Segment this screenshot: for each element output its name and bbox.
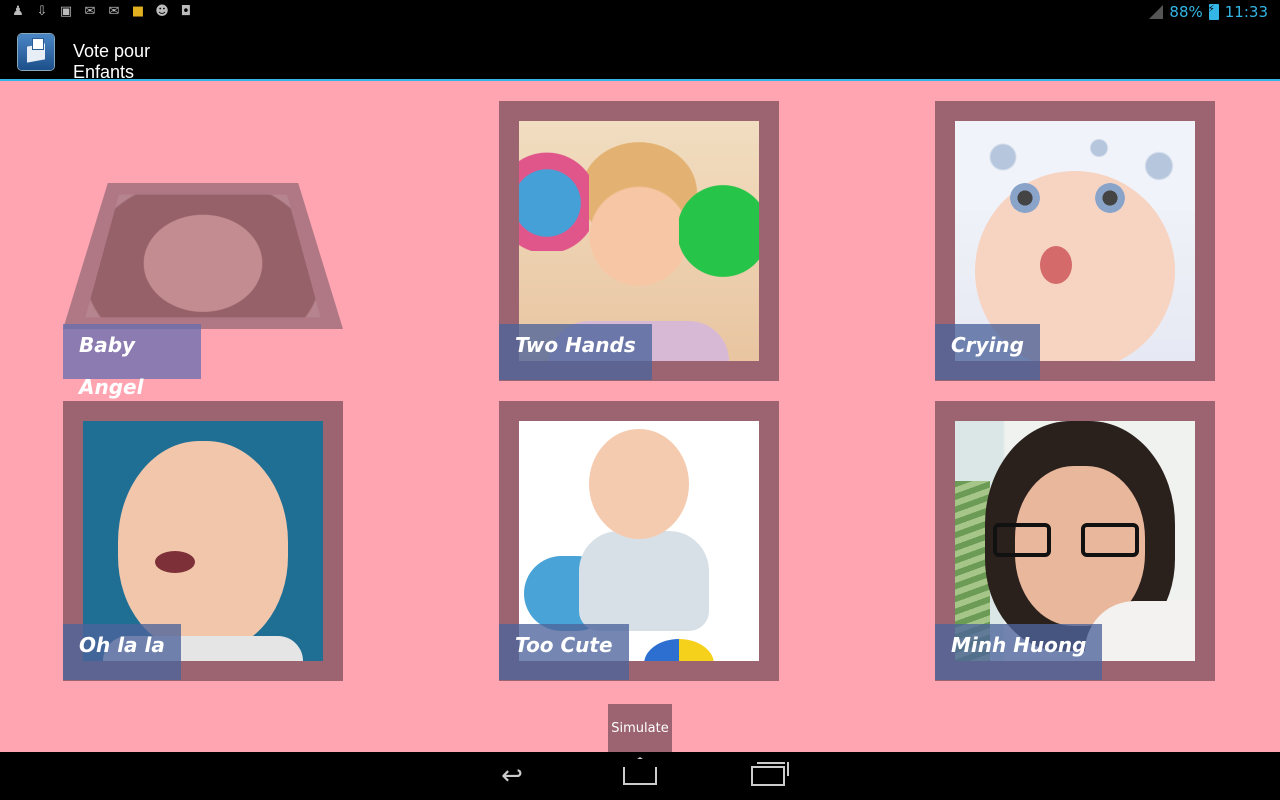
vote-grid: Baby Angel Two Hands Crying Oh la la Too… — [0, 81, 1280, 752]
candidate-label: Two Hands — [499, 324, 652, 380]
navigation-bar: ↩ — [0, 752, 1280, 800]
signal-icon — [1149, 5, 1164, 19]
simulate-button[interactable]: Simulate — [608, 704, 672, 752]
battery-icon — [1208, 4, 1219, 20]
status-right: 88% 11:33 — [1149, 3, 1268, 21]
back-icon[interactable]: ↩ — [467, 752, 557, 800]
download-icon: ⇩ — [36, 4, 48, 19]
action-bar: Vote pour Enfants — [0, 25, 1280, 82]
candidate-card-oh-la-la[interactable]: Oh la la — [63, 401, 343, 681]
battery-percent: 88% — [1169, 3, 1203, 21]
gmail-icon: ✉ — [84, 4, 96, 19]
gallery-icon: ▣ — [59, 4, 73, 19]
candidate-card-too-cute[interactable]: Too Cute — [499, 401, 779, 681]
candidate-card-minh-huong[interactable]: Minh Huong — [935, 401, 1215, 681]
android-icon: ☻ — [155, 4, 169, 19]
email-icon: ✉ — [108, 4, 120, 19]
candidate-label: Crying — [935, 324, 1040, 380]
app-notification-icon: ■ — [131, 4, 145, 19]
ballot-box-icon — [18, 34, 54, 70]
home-icon[interactable] — [595, 752, 685, 800]
app-title: Vote pour Enfants — [73, 41, 151, 82]
status-bar: ♟ ⇩ ▣ ✉ ✉ ■ ☻ ◘ 88% 11:33 — [0, 0, 1280, 25]
clock: 11:33 — [1224, 3, 1268, 21]
app-home-button[interactable]: Vote pour Enfants — [8, 25, 212, 82]
notification-icons: ♟ ⇩ ▣ ✉ ✉ ■ ☻ ◘ — [10, 4, 194, 20]
candidate-card-two-hands[interactable]: Two Hands — [499, 101, 779, 381]
usb-debug-icon: ♟ — [12, 4, 24, 19]
candidate-card-baby-angel[interactable] — [63, 183, 343, 329]
candidate-label: Baby Angel — [63, 324, 201, 399]
candidate-label: Minh Huong — [935, 624, 1103, 680]
recent-apps-icon[interactable] — [723, 752, 813, 800]
store-icon: ◘ — [180, 4, 192, 19]
candidate-card-crying[interactable]: Crying — [935, 101, 1215, 381]
candidate-label: Too Cute — [499, 624, 629, 680]
candidate-label: Oh la la — [63, 624, 181, 680]
